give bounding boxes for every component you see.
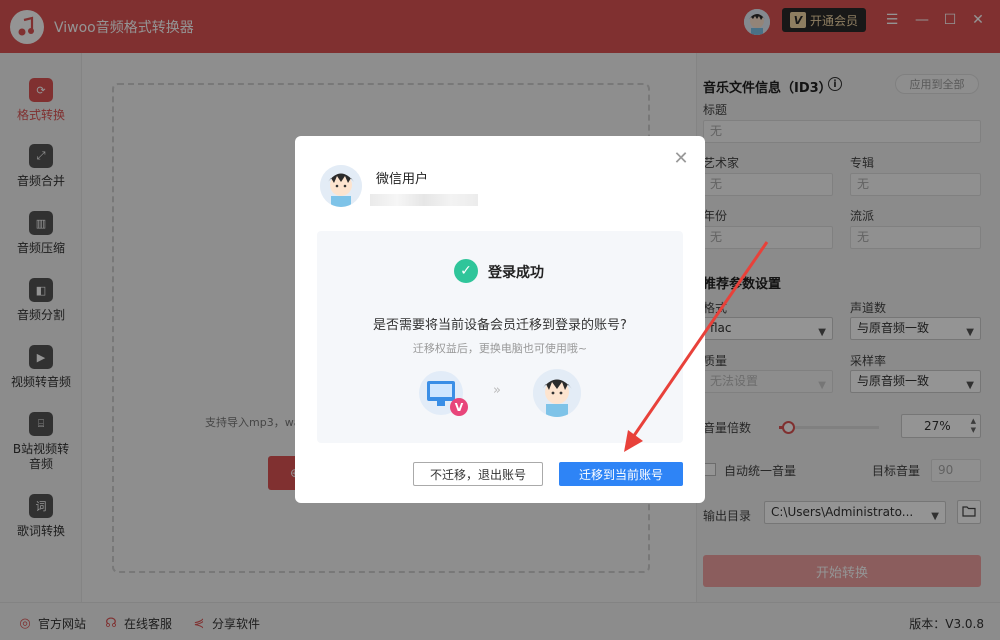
username: 微信用户: [376, 172, 429, 187]
close-icon[interactable]: ✕: [671, 148, 691, 169]
user-avatar-illustration: [533, 369, 581, 417]
migration-card: ✓ 登录成功 是否需要将当前设备会员迁移到登录的账号? 迁移权益后，更换电脑也可…: [317, 231, 683, 443]
migrate-account-button[interactable]: 迁移到当前账号: [559, 462, 683, 486]
migration-hint: 迁移权益后，更换电脑也可使用哦~: [412, 342, 588, 355]
decline-migrate-button[interactable]: 不迁移，退出账号: [413, 462, 543, 486]
svg-text:V: V: [455, 401, 464, 414]
masked-account-id: [370, 194, 478, 206]
avatar: [320, 165, 362, 207]
double-arrow-icon: »: [493, 383, 501, 398]
login-success-dialog: ✕ 微信用户 ✓ 登录成功 是否需要将当前设备会员迁移到登录的账号? 迁移权益后…: [295, 136, 705, 503]
migration-question: 是否需要将当前设备会员迁移到登录的账号?: [373, 318, 627, 333]
computer-vip-icon: V: [419, 371, 469, 417]
check-circle-icon: ✓: [454, 259, 478, 283]
success-text: 登录成功: [488, 265, 544, 281]
